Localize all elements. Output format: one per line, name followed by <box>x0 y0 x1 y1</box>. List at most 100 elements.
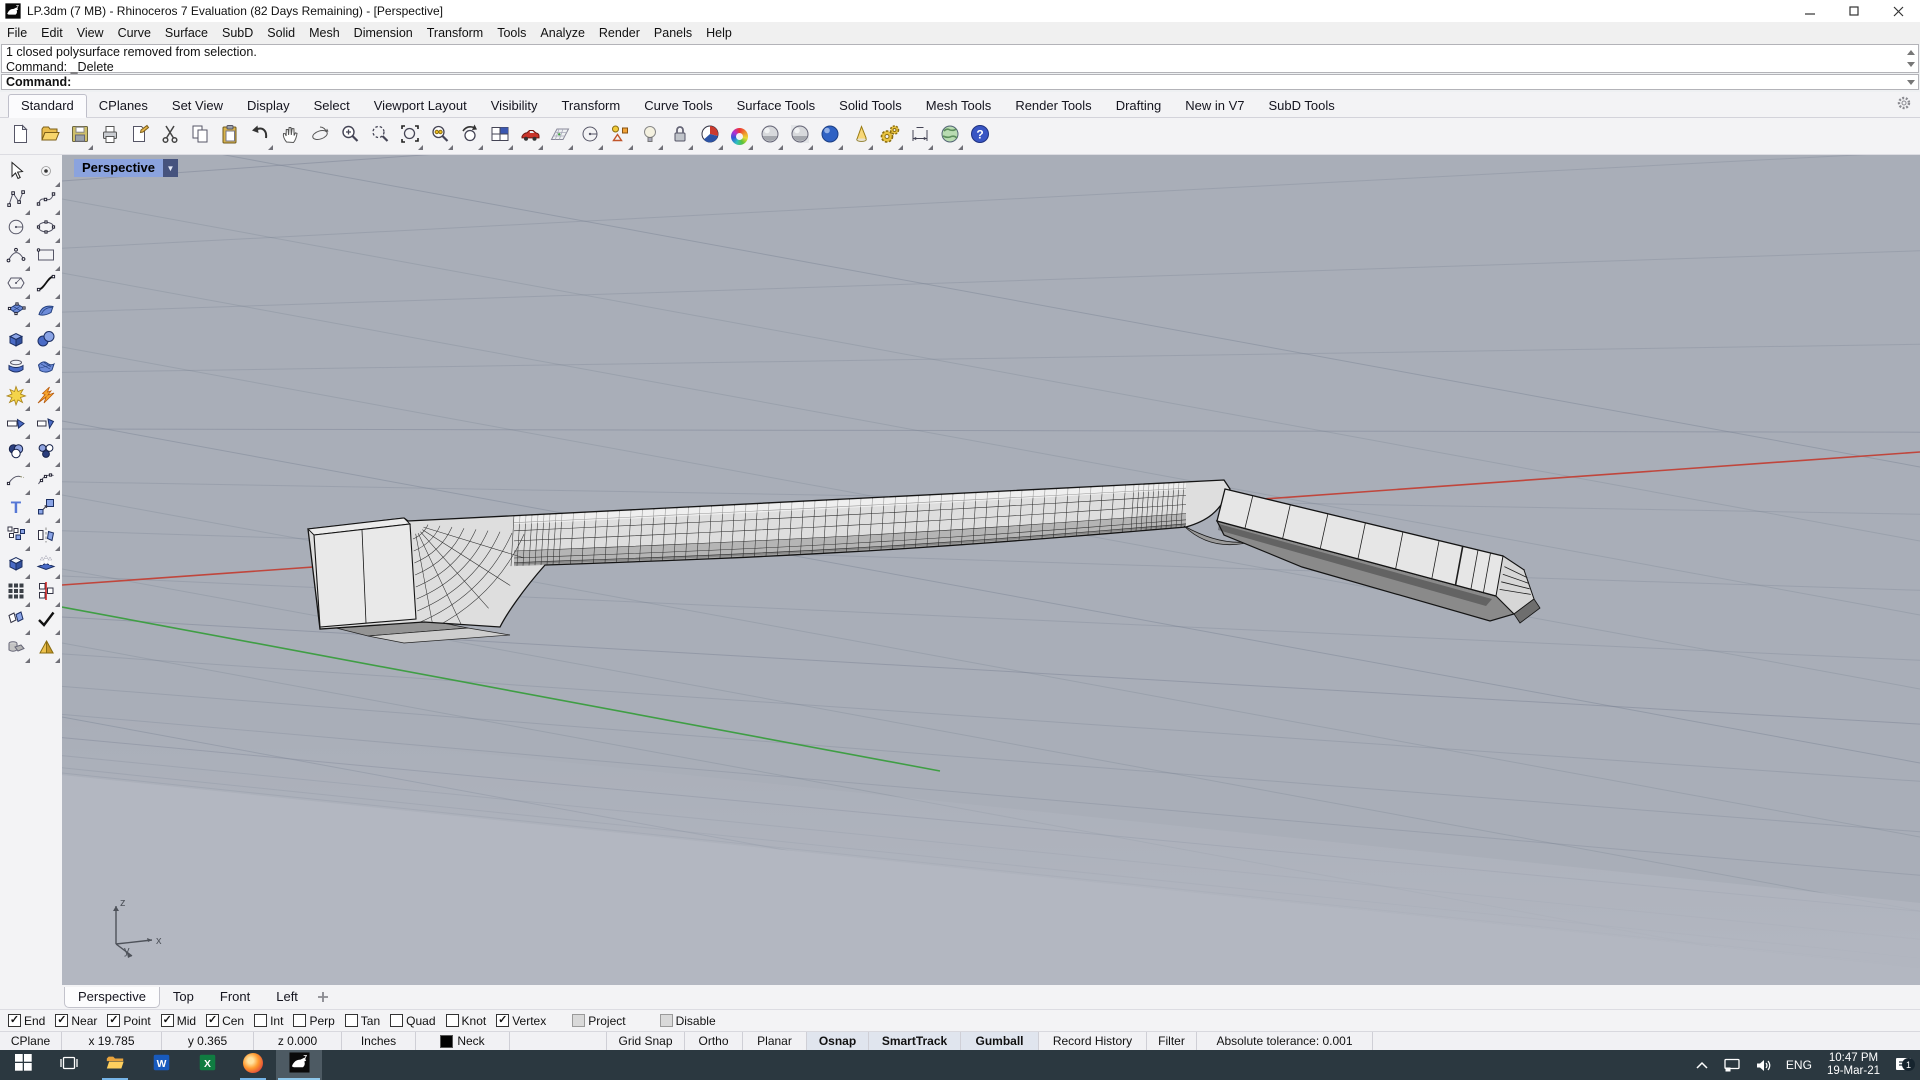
osnap-tan-checkbox[interactable] <box>345 1014 358 1027</box>
osnap-point-checkbox[interactable]: ✓ <box>107 1014 120 1027</box>
status-toggle-ortho[interactable]: Ortho <box>685 1032 743 1050</box>
toolbar-tab-curve-tools[interactable]: Curve Tools <box>632 95 724 117</box>
toolbar-tab-standard[interactable]: Standard <box>8 94 87 118</box>
cut-button[interactable] <box>157 124 182 149</box>
osnap-int-checkbox[interactable] <box>254 1014 267 1027</box>
toolbar-tab-solid-tools[interactable]: Solid Tools <box>827 95 914 117</box>
taskbar-task-view-button[interactable] <box>46 1050 92 1080</box>
toolbar-tab-set-view[interactable]: Set View <box>160 95 235 117</box>
menu-render[interactable]: Render <box>592 24 647 42</box>
close-button[interactable] <box>1876 0 1920 22</box>
shaded-viewport-button[interactable] <box>757 124 782 149</box>
edit-properties-button[interactable] <box>127 124 152 149</box>
minimize-button[interactable] <box>1788 0 1832 22</box>
toolbar-tab-select[interactable]: Select <box>302 95 362 117</box>
taskbar-file-explorer-button[interactable] <box>92 1050 138 1080</box>
osnap-vertex-checkbox[interactable]: ✓ <box>496 1014 509 1027</box>
tool-interpolate-curve[interactable] <box>32 188 59 214</box>
status-toggle-grid-snap[interactable]: Grid Snap <box>607 1032 685 1050</box>
color-wheel-button[interactable] <box>727 124 752 149</box>
tool-explode[interactable] <box>2 384 29 410</box>
osnap-knot-checkbox[interactable] <box>446 1014 459 1027</box>
tool-boolean-difference[interactable] <box>32 440 59 466</box>
osnap-disable-checkbox[interactable] <box>660 1014 673 1027</box>
rotate-view-button[interactable] <box>307 124 332 149</box>
toolbar-tab-mesh-tools[interactable]: Mesh Tools <box>914 95 1004 117</box>
cplane-grid-button[interactable] <box>547 124 572 149</box>
tool-surface-drape[interactable] <box>32 356 59 382</box>
toolbar-tab-viewport-layout[interactable]: Viewport Layout <box>362 95 479 117</box>
tool-array[interactable] <box>2 524 29 550</box>
tool-control-point-curve[interactable] <box>2 188 29 214</box>
osnap-cen-checkbox[interactable]: ✓ <box>206 1014 219 1027</box>
open-file-button[interactable] <box>37 124 62 149</box>
toolbar-tab-transform[interactable]: Transform <box>549 95 632 117</box>
object-snap-button[interactable] <box>607 124 632 149</box>
menu-panels[interactable]: Panels <box>647 24 699 42</box>
taskbar-clock[interactable]: 10:47 PM19-Mar-21 <box>1819 1052 1888 1078</box>
status-toggle-absolute-tolerance-0-001[interactable]: Absolute tolerance: 0.001 <box>1197 1032 1373 1050</box>
red-car-button[interactable] <box>517 124 542 149</box>
viewport-tab-left[interactable]: Left <box>263 987 311 1007</box>
status-toggle-filter[interactable]: Filter <box>1147 1032 1197 1050</box>
menu-mesh[interactable]: Mesh <box>302 24 347 42</box>
undo-button[interactable] <box>247 124 272 149</box>
options-gears-button[interactable] <box>877 124 902 149</box>
command-prompt[interactable]: Command: <box>1 74 1919 90</box>
tool-circle-center-radius[interactable] <box>2 216 29 242</box>
zoom-in-button[interactable] <box>337 124 362 149</box>
status-toggle-smarttrack[interactable]: SmartTrack <box>869 1032 961 1050</box>
tool-trim[interactable] <box>2 412 29 438</box>
taskbar-start-button[interactable] <box>0 1050 46 1080</box>
tool-surface-from-points[interactable] <box>2 300 29 326</box>
menu-surface[interactable]: Surface <box>158 24 215 42</box>
osnap-project-checkbox[interactable] <box>572 1014 585 1027</box>
render-sphere-button[interactable] <box>817 124 842 149</box>
tool-scale[interactable] <box>32 496 59 522</box>
lock-button[interactable] <box>667 124 692 149</box>
tool-polygon[interactable] <box>2 272 29 298</box>
status-toggle-planar[interactable]: Planar <box>743 1032 807 1050</box>
circle-radius-button[interactable] <box>577 124 602 149</box>
menu-analyze[interactable]: Analyze <box>533 24 591 42</box>
command-history-scroll-down-icon[interactable] <box>1907 62 1915 67</box>
tool-select-cursor[interactable] <box>2 160 29 186</box>
taskbar-firefox-button[interactable] <box>230 1050 276 1080</box>
viewport-tab-perspective[interactable]: Perspective <box>64 987 160 1008</box>
new-file-button[interactable] <box>7 124 32 149</box>
command-history[interactable]: 1 closed polysurface removed from select… <box>1 44 1919 73</box>
toolbar-tab-subd-tools[interactable]: SubD Tools <box>1256 95 1346 117</box>
language-indicator[interactable]: ENG <box>1779 1050 1819 1080</box>
zoom-selected-button[interactable] <box>427 124 452 149</box>
command-history-scroll-up-icon[interactable] <box>1907 50 1915 55</box>
tool-mirror[interactable] <box>32 524 59 550</box>
osnap-perp-checkbox[interactable] <box>293 1014 306 1027</box>
taskbar-rhino-button[interactable]: 7 <box>276 1050 322 1080</box>
tool-single-point[interactable] <box>32 160 59 186</box>
toolbar-tab-new-in-v7[interactable]: New in V7 <box>1173 95 1256 117</box>
toolbar-tab-surface-tools[interactable]: Surface Tools <box>725 95 828 117</box>
viewport-title-dropdown-icon[interactable]: ▼ <box>163 159 178 177</box>
menu-edit[interactable]: Edit <box>34 24 70 42</box>
osnap-quad-checkbox[interactable] <box>390 1014 403 1027</box>
viewport-layout-button[interactable] <box>487 124 512 149</box>
tool-rebuild-curve[interactable] <box>32 468 59 494</box>
toolbar-settings-gear-icon[interactable] <box>1896 95 1912 114</box>
menu-view[interactable]: View <box>70 24 111 42</box>
undo-view-button[interactable] <box>457 124 482 149</box>
tool-extrude-surface[interactable] <box>32 552 59 578</box>
status-cplane[interactable]: CPlane <box>0 1032 62 1050</box>
help-button[interactable]: ? <box>967 124 992 149</box>
tool-blend-curve[interactable] <box>32 272 59 298</box>
tool-solid-box[interactable] <box>2 328 29 354</box>
action-center-icon[interactable]: 1 <box>1888 1050 1920 1080</box>
tool-rectangle[interactable] <box>32 244 59 270</box>
menu-solid[interactable]: Solid <box>260 24 302 42</box>
web-browser-button[interactable] <box>937 124 962 149</box>
status-toggle-osnap[interactable]: Osnap <box>807 1032 869 1050</box>
tool-surface-patch[interactable] <box>32 300 59 326</box>
tool-text-object[interactable]: T <box>2 496 29 522</box>
tool-boolean-union[interactable] <box>2 440 29 466</box>
viewport-tab-top[interactable]: Top <box>160 987 207 1007</box>
command-prompt-dropdown-icon[interactable] <box>1907 80 1915 85</box>
